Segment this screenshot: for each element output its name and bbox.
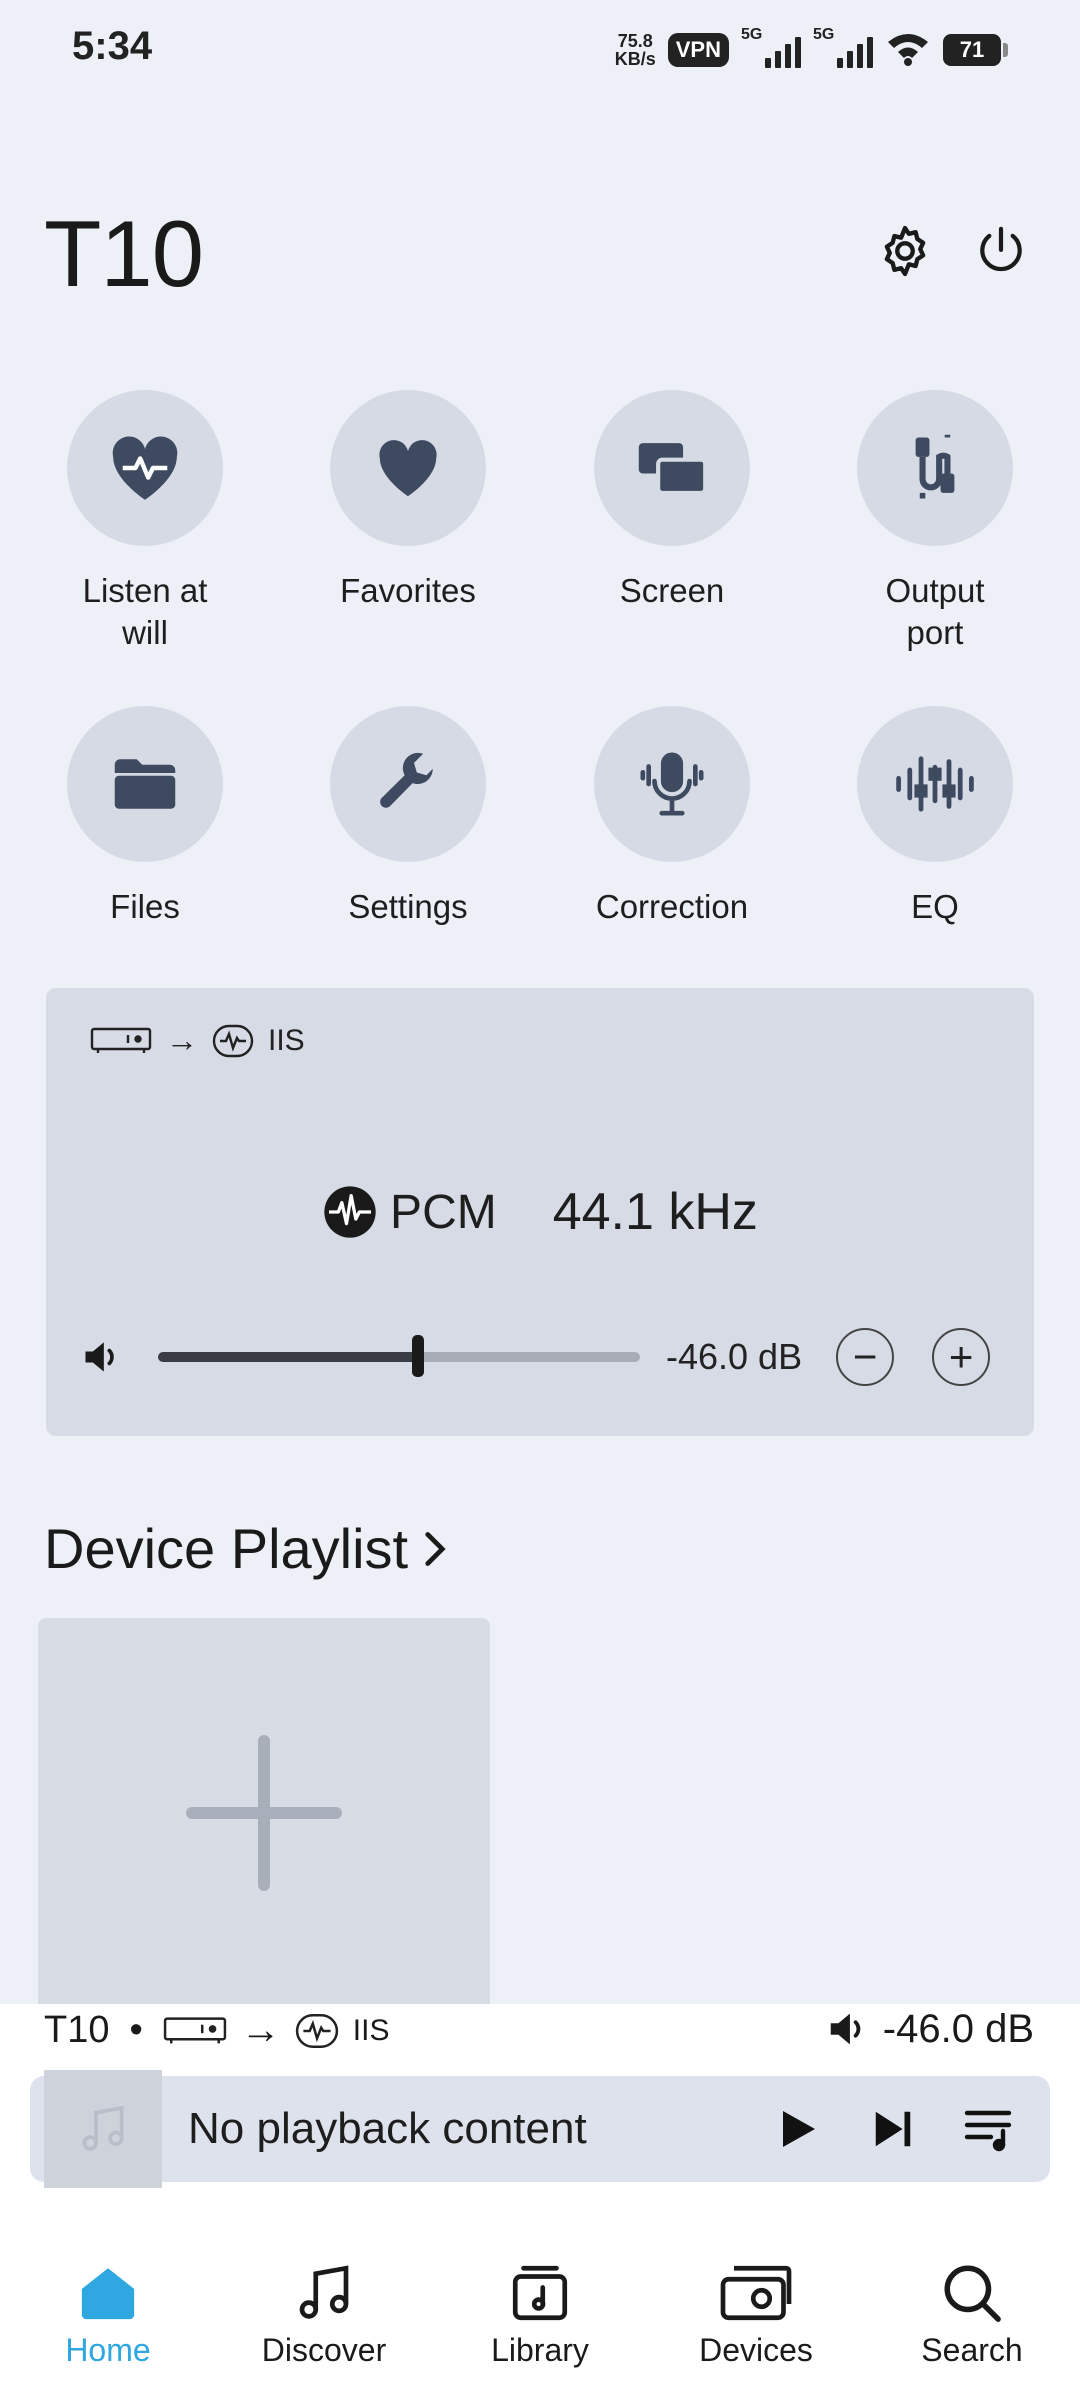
speaker-icon[interactable] [80, 1335, 124, 1379]
power-icon [980, 226, 1022, 272]
section-title: Device Playlist [44, 1517, 409, 1580]
status-time: 5:34 [72, 24, 153, 68]
quick-listen-at-will[interactable]: Listen at will [25, 390, 265, 654]
volume-down-button[interactable]: − [836, 1328, 895, 1386]
nav-home[interactable]: Home [8, 2260, 208, 2400]
device-box-icon [90, 1027, 152, 1053]
now-playing-db: -46.0 dB [882, 2006, 1034, 2051]
nav-label: Home [65, 2332, 151, 2368]
quick-files[interactable]: Files [25, 706, 265, 928]
nav-library[interactable]: Library [440, 2260, 640, 2400]
play-icon [783, 2111, 815, 2147]
wrench-icon [380, 752, 436, 808]
quick-output-port[interactable]: Output port [815, 390, 1055, 654]
queue-icon [964, 2110, 1012, 2152]
volume-db: -46.0 dB [666, 1336, 803, 1377]
arrow-right-icon: → [166, 1022, 198, 1058]
now-playing-output: IIS [352, 2013, 390, 2047]
power-button[interactable] [966, 216, 1036, 286]
audio-format: PCM [390, 1185, 497, 1239]
output-path: → IIS [90, 1022, 305, 1059]
settings-button[interactable] [870, 216, 940, 286]
folder-icon [114, 759, 176, 809]
volume-row: -46.0 dB − + [80, 1322, 1004, 1392]
now-playing-device-info: T10 • → IIS [44, 2008, 389, 2053]
wifi-icon [885, 30, 931, 71]
pcm-wave-icon [324, 1186, 376, 1238]
chevron-right-icon [425, 1531, 446, 1566]
device-box-icon [163, 2016, 226, 2043]
nav-label: Search [921, 2332, 1023, 2368]
skip-next-icon [875, 2111, 911, 2147]
quick-label: EQ [911, 888, 959, 925]
equalizer-icon [896, 756, 974, 812]
device-playlist-header[interactable]: Device Playlist [44, 1516, 448, 1581]
cable-icon [915, 434, 955, 499]
quick-settings[interactable]: Settings [288, 706, 528, 928]
minus-icon: − [852, 1333, 878, 1380]
vpn-badge: VPN [667, 33, 729, 67]
now-playing-volume: -46.0 dB [825, 2006, 1034, 2052]
devices-icon [720, 2265, 792, 2321]
quick-label: Favorites [340, 572, 476, 609]
microphone-icon [640, 752, 704, 816]
heart-pulse-icon [112, 436, 178, 500]
quick-label: Listen at will [82, 572, 208, 651]
volume-slider[interactable] [158, 1335, 640, 1377]
music-note-icon [82, 2105, 124, 2151]
search-icon [944, 2265, 1001, 2322]
output-path-label: IIS [268, 1023, 305, 1057]
next-button[interactable] [858, 2094, 928, 2164]
quick-label: Screen [619, 572, 725, 609]
mini-player[interactable]: No playback content [30, 2070, 1050, 2188]
quick-favorites[interactable]: Favorites [288, 390, 528, 612]
quick-eq[interactable]: EQ [815, 706, 1055, 928]
nav-search[interactable]: Search [872, 2260, 1072, 2400]
waveform-circle-icon [212, 1024, 254, 1057]
volume-slider-fill [158, 1352, 419, 1362]
heart-icon [379, 440, 437, 497]
volume-up-button[interactable]: + [932, 1328, 991, 1386]
volume-slider-thumb[interactable] [412, 1335, 425, 1377]
quick-label: Files [110, 888, 180, 925]
player-status-text: No playback content [188, 2104, 587, 2153]
signal-sim2-icon: 5G [813, 26, 873, 68]
status-icons: 75.8 KB/s VPN 5G 5G 71 [615, 24, 1008, 76]
home-icon [81, 2268, 135, 2320]
play-button[interactable] [762, 2094, 832, 2164]
bottom-navigation: Home Discover Library Devices Search [0, 2260, 1080, 2400]
library-icon [512, 2265, 568, 2321]
nav-label: Library [491, 2332, 589, 2368]
quick-label: Settings [348, 888, 468, 925]
waveform-circle-icon [295, 2013, 338, 2048]
now-playing-device: T10 [44, 2009, 110, 2051]
battery-icon: 71 [943, 34, 1008, 66]
add-playlist-tile[interactable] [38, 1618, 490, 2008]
queue-button[interactable] [954, 2094, 1024, 2164]
quick-correction[interactable]: Correction [552, 706, 792, 928]
nav-discover[interactable]: Discover [224, 2260, 424, 2400]
separator-dot: • [129, 2009, 143, 2051]
device-title: T10 [44, 201, 204, 306]
plus-icon [186, 1735, 342, 1891]
screen-icon [638, 443, 708, 495]
audio-status-card: → IIS PCM 44.1 kHz -46.0 dB − + [46, 988, 1034, 1436]
quick-label: Output port [885, 572, 985, 651]
signal-sim1-icon: 5G [741, 26, 801, 68]
plus-icon: + [948, 1333, 974, 1380]
gear-icon [884, 225, 926, 277]
sample-rate: 44.1 kHz [552, 1183, 758, 1241]
quick-label: Correction [595, 888, 749, 925]
nav-label: Discover [261, 2332, 387, 2368]
quick-screen[interactable]: Screen [552, 390, 792, 612]
speaker-icon [830, 2013, 861, 2045]
format-row: PCM 44.1 kHz [46, 1182, 1034, 1242]
arrow-right-icon: → [240, 2008, 281, 2052]
album-art [44, 2070, 162, 2188]
network-speed: 75.8 KB/s [614, 31, 656, 69]
nav-label: Devices [699, 2332, 813, 2368]
music-note-icon [299, 2265, 349, 2319]
nav-devices[interactable]: Devices [656, 2260, 856, 2400]
